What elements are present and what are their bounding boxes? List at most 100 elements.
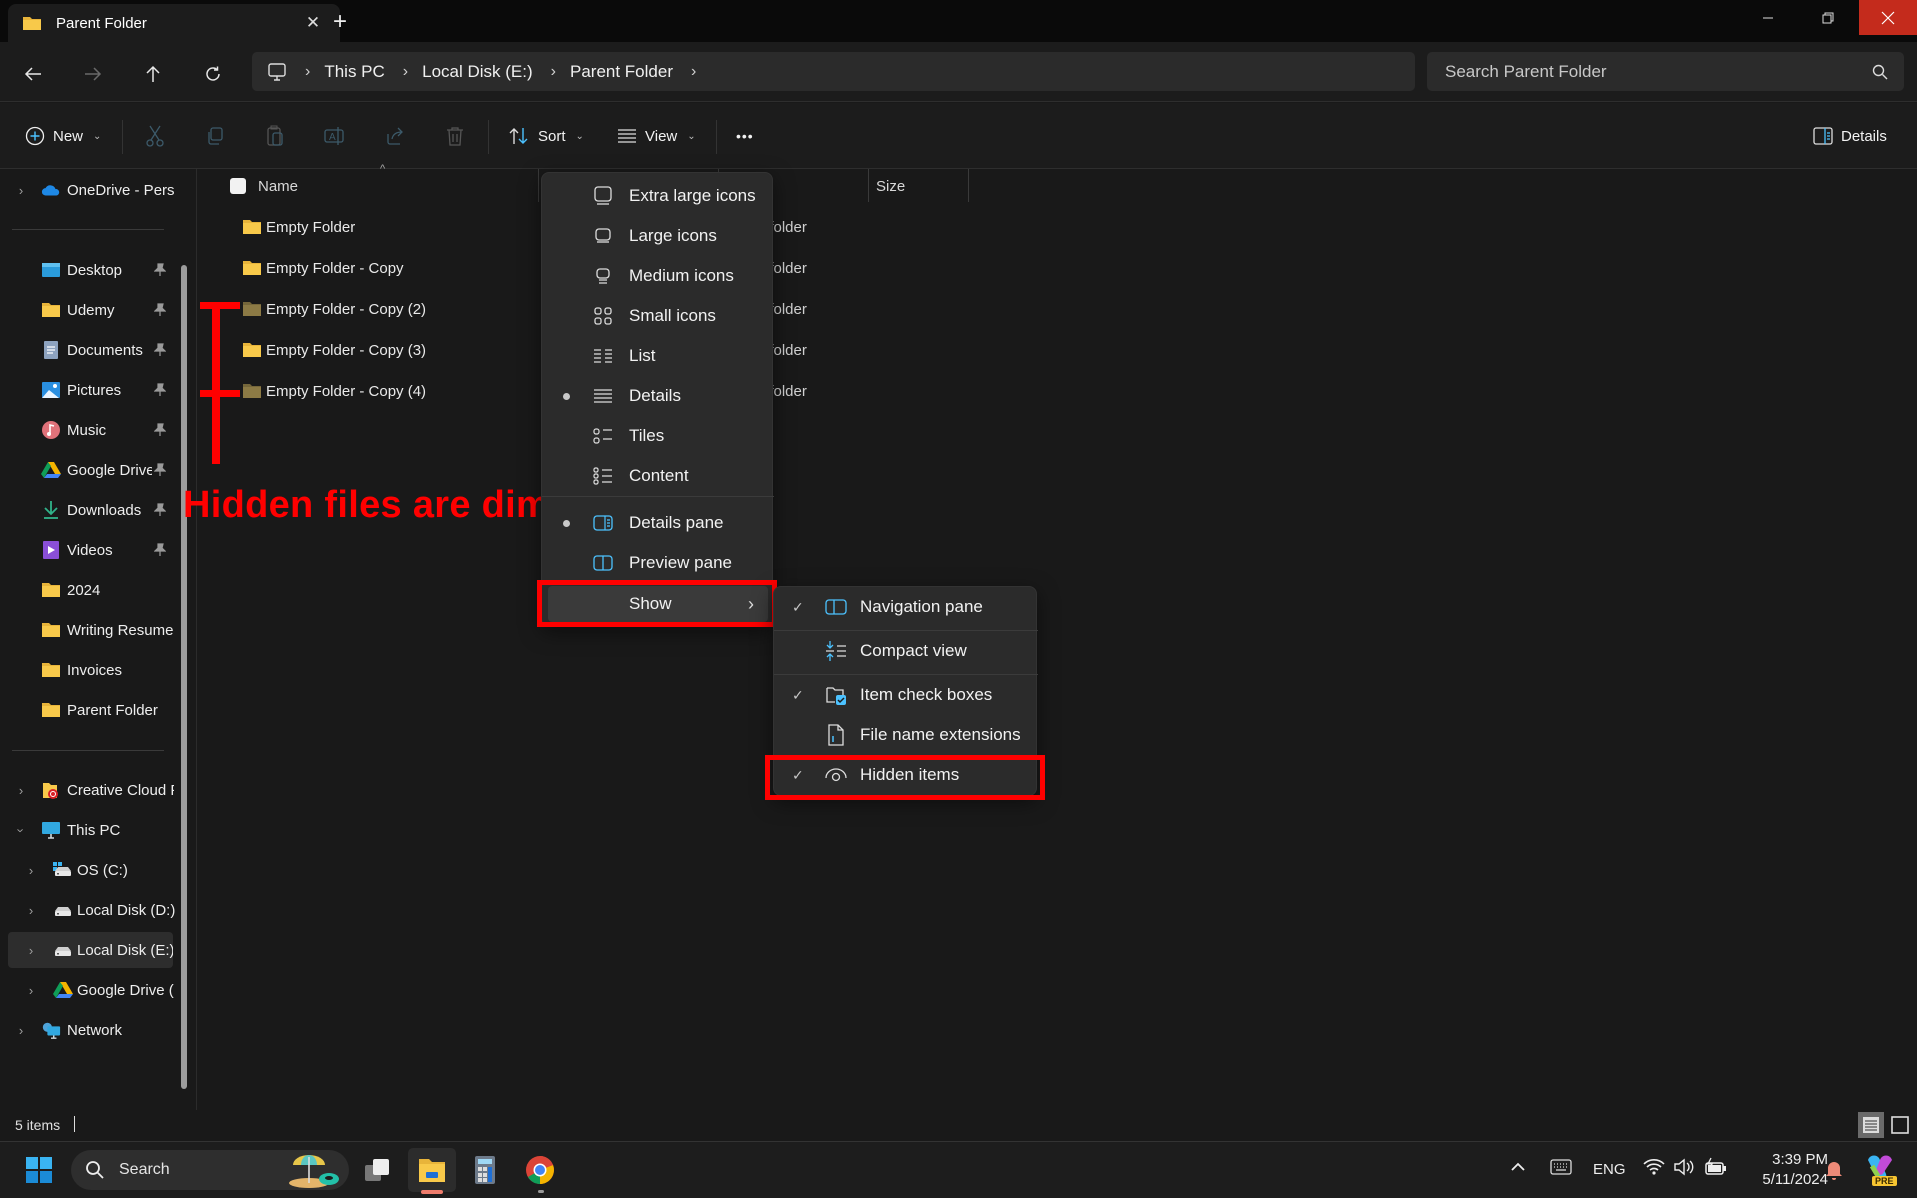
menu-item-content[interactable]: Content <box>542 456 774 496</box>
pin-icon[interactable] <box>154 503 166 517</box>
submenu-item-item-check-boxes[interactable]: ✓ Item check boxes <box>774 675 1038 715</box>
menu-item-extra-large-icons[interactable]: Extra large icons <box>542 176 774 216</box>
sidebar-item-drive[interactable]: › Google Drive ( <box>0 972 175 1008</box>
chevron-right-icon[interactable]: › <box>24 863 38 878</box>
sidebar-item-desktop[interactable]: Desktop <box>0 252 175 288</box>
sidebar-item-documents[interactable]: Documents <box>0 332 175 368</box>
battery-button[interactable] <box>1704 1157 1728 1177</box>
menu-item-details[interactable]: Details <box>542 376 774 416</box>
view-button[interactable]: View ⌄ <box>617 118 696 154</box>
close-window-button[interactable] <box>1859 0 1917 35</box>
file-row[interactable]: Empty Folder - Copy (4) File folder <box>197 372 1917 412</box>
notifications-button[interactable] <box>1825 1159 1843 1181</box>
breadcrumb-separator[interactable]: › <box>305 63 310 81</box>
chevron-right-icon[interactable]: › <box>24 903 38 918</box>
submenu-item-compact-view[interactable]: Compact view <box>774 631 1038 671</box>
column-header-name[interactable]: Name <box>258 178 298 195</box>
back-button[interactable] <box>17 58 49 90</box>
menu-item-small-icons[interactable]: Small icons <box>542 296 774 336</box>
column-resize-handle[interactable] <box>538 169 539 202</box>
rename-button[interactable]: A <box>320 121 350 151</box>
chevron-down-icon[interactable]: › <box>14 823 29 837</box>
forward-button[interactable] <box>77 58 109 90</box>
file-row[interactable]: Empty Folder - Copy (2) File folder <box>197 290 1917 330</box>
sidebar-item-this-pc[interactable]: › This PC <box>0 812 175 848</box>
file-row[interactable]: Empty Folder - Copy File folder <box>197 249 1917 289</box>
menu-item-large-icons[interactable]: Large icons <box>542 216 774 256</box>
touch-keyboard-button[interactable] <box>1550 1159 1572 1175</box>
chevron-right-icon[interactable]: › <box>14 783 28 798</box>
menu-item-details-pane[interactable]: Details pane <box>542 503 774 543</box>
cut-button[interactable] <box>140 121 170 151</box>
paste-button[interactable] <box>260 121 290 151</box>
sidebar-item-pictures[interactable]: Pictures <box>0 372 175 408</box>
menu-item-medium-icons[interactable]: Medium icons <box>542 256 774 296</box>
select-all-checkbox[interactable] <box>230 178 246 194</box>
taskbar-calculator[interactable] <box>463 1148 507 1192</box>
file-row[interactable]: Empty Folder File folder <box>197 208 1917 248</box>
pin-icon[interactable] <box>154 463 166 477</box>
volume-button[interactable] <box>1673 1158 1695 1176</box>
column-resize-handle[interactable] <box>868 169 869 202</box>
sidebar-item-onedrive[interactable]: › OneDrive - Perso <box>0 172 175 208</box>
large-icons-view-toggle[interactable] <box>1888 1112 1912 1138</box>
restore-button[interactable] <box>1800 0 1856 35</box>
sidebar-item-drive[interactable]: › OS (C:) <box>0 852 175 888</box>
menu-item-tiles[interactable]: Tiles <box>542 416 774 456</box>
column-header-size[interactable]: Size <box>876 178 905 195</box>
chevron-right-icon[interactable]: › <box>24 943 38 958</box>
sidebar-item-music[interactable]: Music <box>0 412 175 448</box>
breadcrumb-separator[interactable]: › <box>691 63 696 81</box>
share-button[interactable] <box>380 121 410 151</box>
submenu-item-file-name-extensions[interactable]: File name extensions <box>774 715 1038 755</box>
sidebar-item-writing-resume[interactable]: Writing Resume <box>0 612 175 648</box>
more-options-button[interactable]: ••• <box>736 118 754 154</box>
pin-icon[interactable] <box>154 543 166 557</box>
chevron-right-icon[interactable]: › <box>14 1023 28 1038</box>
details-view-toggle[interactable] <box>1858 1112 1884 1138</box>
sidebar-item-downloads[interactable]: Downloads <box>0 492 175 528</box>
sidebar-item-udemy[interactable]: Udemy <box>0 292 175 328</box>
breadcrumb-separator[interactable]: › <box>403 63 408 81</box>
menu-item-preview-pane[interactable]: Preview pane <box>542 543 774 583</box>
search-input[interactable]: Search Parent Folder <box>1427 52 1904 91</box>
start-button[interactable] <box>17 1148 61 1192</box>
breadcrumb-separator[interactable]: › <box>551 63 556 81</box>
sidebar-item-network[interactable]: › Network <box>0 1012 175 1048</box>
breadcrumb-local-disk-e[interactable]: Local Disk (E:) <box>422 62 533 82</box>
new-tab-button[interactable]: + <box>326 8 354 36</box>
pin-icon[interactable] <box>154 383 166 397</box>
tab-parent-folder[interactable]: Parent Folder ✕ <box>8 4 340 42</box>
taskbar-search[interactable]: Search <box>71 1150 349 1190</box>
language-indicator[interactable]: ENG <box>1593 1161 1626 1178</box>
sidebar-item-google-drive[interactable]: Google Drive <box>0 452 175 488</box>
details-pane-button[interactable]: Details <box>1813 118 1887 154</box>
column-resize-handle[interactable] <box>968 169 969 202</box>
show-hidden-icons-button[interactable] <box>1510 1161 1526 1173</box>
sidebar-item-drive[interactable]: › Local Disk (E:) <box>8 932 173 968</box>
up-button[interactable] <box>137 58 169 90</box>
chevron-right-icon[interactable]: › <box>14 183 28 198</box>
sidebar-item-videos[interactable]: Videos <box>0 532 175 568</box>
sidebar-item-creative-cloud[interactable]: › Creative Cloud F <box>0 772 175 808</box>
copilot-button[interactable]: PRE <box>1862 1152 1898 1188</box>
delete-button[interactable] <box>440 121 470 151</box>
sidebar-item-2024[interactable]: 2024 <box>0 572 175 608</box>
taskbar-chrome[interactable] <box>518 1148 562 1192</box>
wifi-button[interactable] <box>1643 1158 1665 1176</box>
task-view-button[interactable] <box>355 1148 399 1192</box>
pin-icon[interactable] <box>154 343 166 357</box>
refresh-button[interactable] <box>197 58 229 90</box>
breadcrumb-parent-folder[interactable]: Parent Folder <box>570 62 673 82</box>
minimize-button[interactable] <box>1740 0 1796 35</box>
sidebar-item-invoices[interactable]: Invoices <box>0 652 175 688</box>
pin-icon[interactable] <box>154 263 166 277</box>
breadcrumb-this-pc[interactable]: This PC <box>324 62 384 82</box>
clock[interactable]: 3:39 PM 5/11/2024 <box>1740 1150 1828 1190</box>
copy-button[interactable] <box>200 121 230 151</box>
new-button[interactable]: New ⌄ <box>25 118 101 154</box>
submenu-item-navigation-pane[interactable]: ✓ Navigation pane <box>774 587 1038 627</box>
file-row[interactable]: Empty Folder - Copy (3) File folder <box>197 331 1917 371</box>
taskbar-file-explorer[interactable] <box>408 1148 456 1192</box>
menu-item-list[interactable]: List <box>542 336 774 376</box>
